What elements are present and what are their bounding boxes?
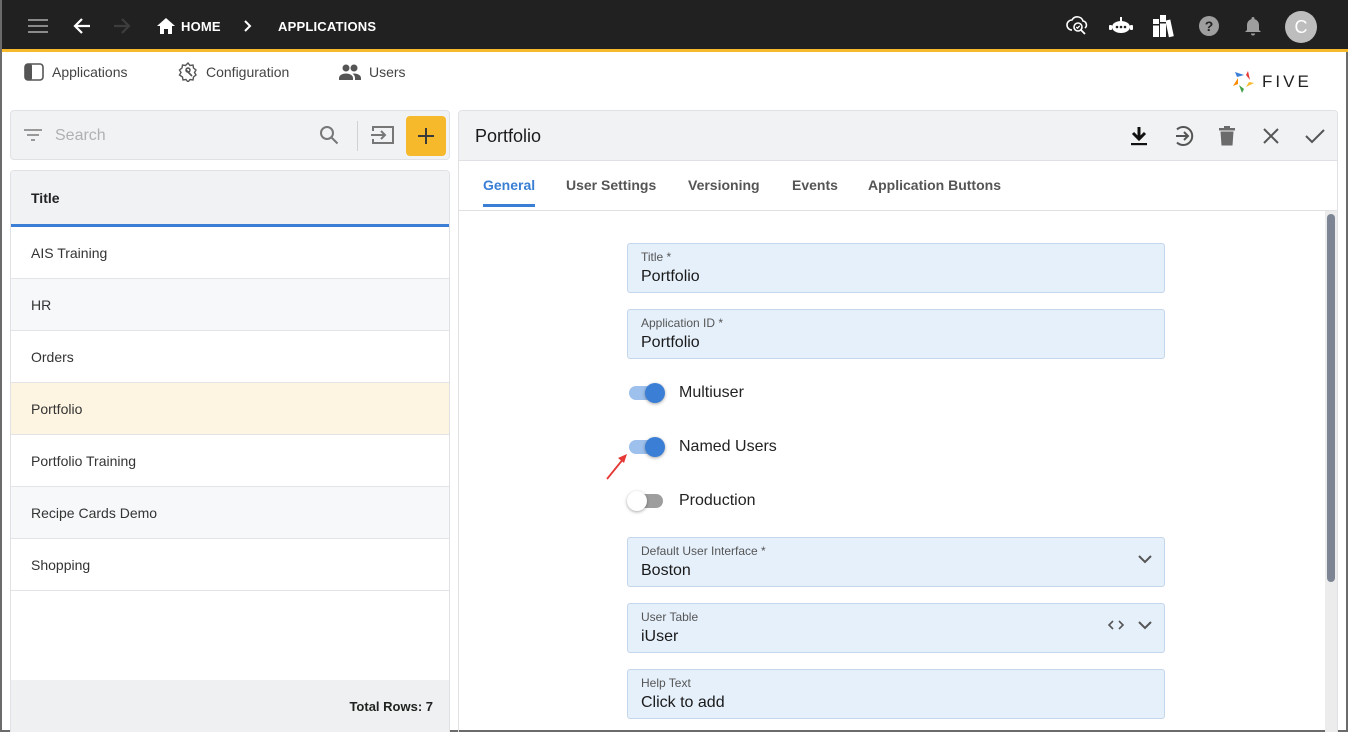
tab-application-buttons[interactable]: Application Buttons bbox=[868, 177, 1001, 207]
default-ui-value: Boston bbox=[641, 562, 691, 579]
named-users-label: Named Users bbox=[679, 438, 777, 455]
form-scrollbar[interactable] bbox=[1325, 211, 1337, 732]
code-icon[interactable] bbox=[1108, 620, 1124, 630]
list-item[interactable]: AIS Training bbox=[11, 227, 449, 279]
chevron-down-icon[interactable] bbox=[1138, 554, 1152, 564]
column-header-title[interactable]: Title bbox=[11, 171, 449, 227]
tab-events[interactable]: Events bbox=[792, 177, 838, 207]
next-icon[interactable] bbox=[1171, 124, 1195, 148]
named-users-toggle[interactable]: Named Users bbox=[627, 435, 777, 459]
help-text-value: Click to add bbox=[641, 694, 725, 711]
tab-versioning[interactable]: Versioning bbox=[688, 177, 760, 207]
list-item[interactable]: Recipe Cards Demo bbox=[11, 487, 449, 539]
configuration-icon bbox=[178, 62, 197, 82]
title-field-label: Title * bbox=[641, 250, 672, 264]
tab-user-settings[interactable]: User Settings bbox=[566, 177, 656, 207]
total-rows: Total Rows: 7 bbox=[11, 680, 449, 732]
five-logo-icon bbox=[1233, 71, 1254, 93]
menu-tab-users[interactable]: Users bbox=[339, 62, 406, 82]
back-arrow-icon[interactable] bbox=[70, 14, 94, 38]
delete-icon[interactable] bbox=[1215, 124, 1239, 148]
title-field-value: Portfolio bbox=[641, 268, 700, 285]
library-icon[interactable] bbox=[1152, 14, 1176, 38]
user-table-value: iUser bbox=[641, 628, 679, 645]
top-bar: HOME APPLICATIONS ? C bbox=[2, 0, 1348, 52]
form-tabs: General User Settings Versioning Events … bbox=[459, 161, 1337, 211]
users-icon bbox=[339, 64, 361, 80]
home-icon[interactable] bbox=[154, 14, 178, 38]
annotation-arrow-icon bbox=[606, 454, 627, 480]
search-bar bbox=[10, 110, 450, 160]
default-user-interface-select[interactable]: Default User Interface * Boston bbox=[627, 537, 1165, 587]
tab-general[interactable]: General bbox=[483, 177, 536, 207]
menu-icon[interactable] bbox=[26, 14, 50, 38]
multiuser-label: Multiuser bbox=[679, 384, 744, 401]
download-icon[interactable] bbox=[1127, 124, 1151, 148]
five-logo-text: FIVE bbox=[1262, 72, 1312, 91]
help-text-field[interactable]: Help Text Click to add bbox=[627, 669, 1165, 719]
search-input[interactable] bbox=[55, 124, 305, 148]
menu-tab-configuration[interactable]: Configuration bbox=[178, 62, 289, 82]
production-label: Production bbox=[679, 492, 756, 509]
scrollbar-thumb[interactable] bbox=[1327, 214, 1335, 582]
svg-text:?: ? bbox=[1205, 18, 1214, 34]
bell-icon[interactable] bbox=[1241, 14, 1265, 38]
application-id-value: Portfolio bbox=[641, 334, 700, 351]
application-id-field[interactable]: Application ID * Portfolio bbox=[627, 309, 1165, 359]
breadcrumb-applications[interactable]: APPLICATIONS bbox=[278, 19, 376, 34]
list-item[interactable]: Shopping bbox=[11, 539, 449, 591]
avatar[interactable]: C bbox=[1285, 11, 1317, 43]
add-button[interactable] bbox=[406, 116, 446, 156]
five-logo: FIVE bbox=[1232, 70, 1312, 94]
list-item-selected[interactable]: Portfolio bbox=[11, 383, 449, 435]
plus-icon bbox=[418, 128, 434, 144]
app-window: HOME APPLICATIONS ? C Applications Confi… bbox=[0, 0, 1348, 732]
help-icon[interactable]: ? bbox=[1197, 14, 1221, 38]
chevron-down-icon[interactable] bbox=[1138, 620, 1152, 630]
filter-icon[interactable] bbox=[23, 126, 43, 149]
title-field[interactable]: Title * Portfolio bbox=[627, 243, 1165, 293]
divider bbox=[357, 121, 358, 151]
menu-tab-label: Applications bbox=[52, 64, 128, 80]
chatbot-icon[interactable] bbox=[1109, 14, 1133, 38]
multiuser-toggle[interactable]: Multiuser bbox=[627, 381, 744, 405]
application-form: Portfolio General User Settings Versioni… bbox=[458, 110, 1338, 732]
toggle-switch[interactable] bbox=[627, 437, 665, 457]
list-item[interactable]: HR bbox=[11, 279, 449, 331]
help-text-label: Help Text bbox=[641, 676, 691, 690]
list-item[interactable]: Orders bbox=[11, 331, 449, 383]
breadcrumb-home[interactable]: HOME bbox=[181, 19, 221, 34]
toggle-switch[interactable] bbox=[627, 491, 665, 511]
close-icon[interactable] bbox=[1259, 124, 1283, 148]
import-icon[interactable] bbox=[371, 125, 395, 150]
form-title: Portfolio bbox=[475, 126, 542, 146]
default-ui-label: Default User Interface * bbox=[641, 544, 766, 558]
search-icon[interactable] bbox=[319, 125, 339, 150]
cloud-search-icon[interactable] bbox=[1066, 14, 1090, 38]
production-toggle[interactable]: Production bbox=[627, 489, 756, 513]
menu-tab-applications[interactable]: Applications bbox=[24, 62, 128, 82]
applications-icon bbox=[24, 63, 44, 81]
user-table-label: User Table bbox=[641, 610, 699, 624]
applications-list: Title AIS Training HR Orders Portfolio P… bbox=[10, 170, 450, 732]
application-id-label: Application ID * bbox=[641, 316, 724, 330]
list-item[interactable]: Portfolio Training bbox=[11, 435, 449, 487]
toggle-switch[interactable] bbox=[627, 383, 665, 403]
check-icon[interactable] bbox=[1303, 124, 1327, 148]
chevron-right-icon bbox=[236, 14, 260, 38]
user-table-select[interactable]: User Table iUser bbox=[627, 603, 1165, 653]
menu-tab-label: Users bbox=[369, 64, 406, 80]
forward-arrow-icon[interactable] bbox=[110, 14, 134, 38]
form-header: Portfolio bbox=[459, 111, 1337, 161]
menu-tab-label: Configuration bbox=[206, 64, 290, 80]
